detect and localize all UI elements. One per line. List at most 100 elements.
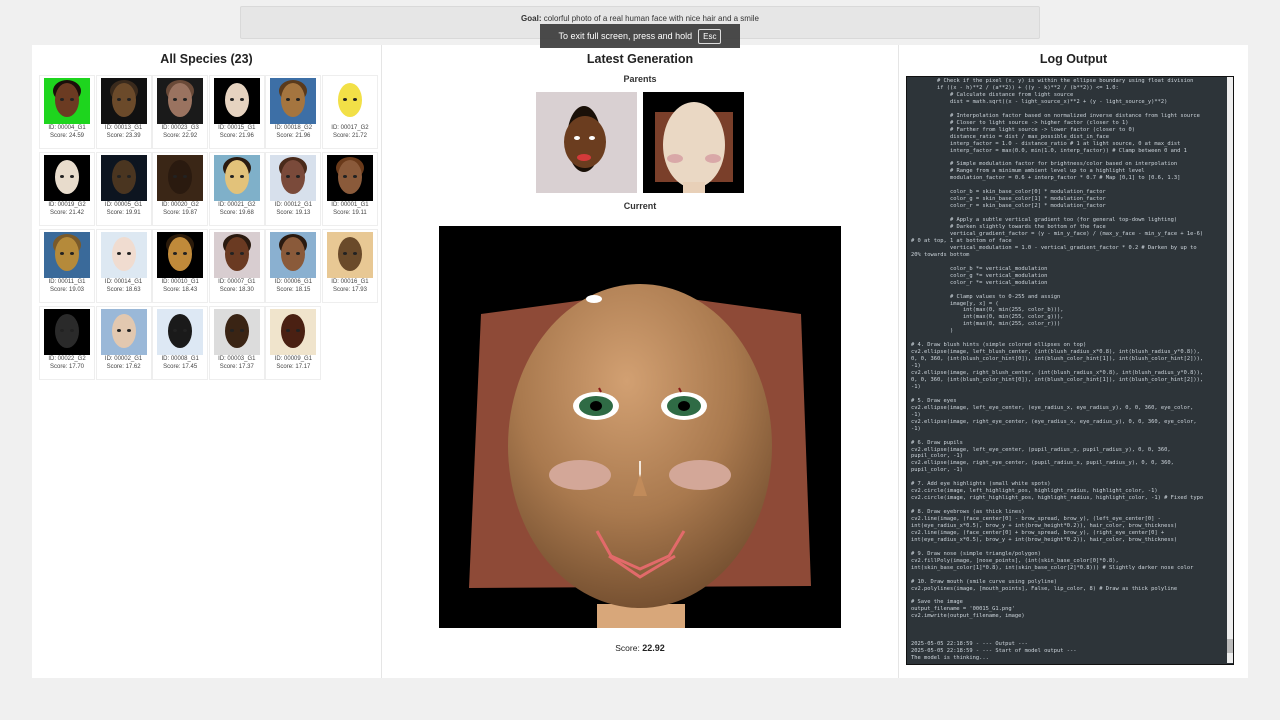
species-id: ID: 00009_G1	[274, 356, 313, 362]
species-id: ID: 00008_G1	[161, 356, 199, 362]
species-id: ID: 00005_G1	[104, 202, 143, 208]
species-card[interactable]: ID: 00015_G1 Score: 21.96	[208, 75, 265, 149]
species-thumbnail	[100, 155, 147, 201]
species-score: Score: 17.93	[332, 286, 367, 293]
species-score: Score: 19.68	[219, 209, 254, 216]
species-grid: ID: 00004_G1 Score: 24.59 ID: 00013_G1 Scor…	[39, 75, 378, 380]
parents-row	[382, 92, 898, 193]
main-panels: All Species (23) ID: 00004_G1 Score: 24.5…	[32, 45, 1248, 678]
species-card[interactable]: ID: 00022_G2 Score: 17.70	[39, 306, 95, 380]
species-thumbnail	[44, 78, 90, 124]
toast-text: To exit full screen, press and hold	[558, 31, 693, 41]
parents-label: Parents	[623, 74, 657, 84]
log-scrollbar[interactable]	[1227, 77, 1233, 663]
species-thumbnail	[44, 155, 90, 201]
generation-title: Latest Generation	[586, 52, 694, 66]
current-label: Current	[623, 201, 657, 211]
generation-panel: Latest Generation Parents Current Score:…	[382, 45, 899, 678]
species-card[interactable]: ID: 00004_G1 Score: 24.59	[39, 75, 95, 149]
species-score: Score: 17.62	[106, 363, 141, 370]
species-score: Score: 18.30	[219, 286, 254, 293]
species-id: ID: 00007_G1	[218, 279, 256, 285]
species-thumbnail	[100, 78, 147, 124]
species-score: Score: 17.37	[219, 363, 254, 370]
species-thumbnail	[270, 78, 317, 124]
log-title: Log Output	[1039, 52, 1108, 66]
species-id: ID: 00013_G1	[104, 125, 143, 131]
species-card[interactable]: ID: 00003_G1 Score: 17.37	[208, 306, 265, 380]
species-id: ID: 00012_G1	[274, 202, 313, 208]
species-card[interactable]: ID: 00011_G1 Score: 19.03	[39, 229, 95, 303]
species-score: Score: 19.13	[276, 209, 311, 216]
species-id: ID: 00020_G2	[161, 202, 199, 208]
species-score: Score: 21.72	[332, 132, 367, 139]
current-score: Score: 22.92	[382, 643, 898, 653]
species-id: ID: 00015_G1	[218, 125, 256, 131]
species-score: Score: 17.70	[49, 363, 85, 370]
species-title: All Species (23)	[160, 52, 253, 66]
species-card[interactable]: ID: 00014_G1 Score: 18.63	[95, 229, 152, 303]
species-card[interactable]: ID: 00023_G3 Score: 22.92	[152, 75, 209, 149]
parent-image-2	[643, 92, 744, 193]
species-id: ID: 00022_G2	[48, 356, 86, 362]
species-score: Score: 21.42	[49, 209, 85, 216]
species-thumbnail	[44, 309, 90, 355]
species-score: Score: 18.15	[276, 286, 311, 293]
species-thumbnail	[213, 232, 260, 278]
species-card[interactable]: ID: 00018_G2 Score: 21.96	[265, 75, 322, 149]
species-thumbnail	[213, 155, 260, 201]
species-card[interactable]: ID: 00016_G1 Score: 17.93	[321, 229, 378, 303]
species-card[interactable]: ID: 00012_G1 Score: 19.13	[265, 152, 322, 226]
species-id: ID: 00016_G1	[331, 279, 369, 285]
species-score: Score: 19.87	[163, 209, 198, 216]
species-card[interactable]: ID: 00001_G1 Score: 19.11	[321, 152, 378, 226]
species-thumbnail	[100, 232, 147, 278]
species-score: Score: 17.45	[163, 363, 198, 370]
species-id: ID: 00014_G1	[104, 279, 143, 285]
species-score: Score: 18.43	[163, 286, 198, 293]
species-card[interactable]: ID: 00013_G1 Score: 23.39	[95, 75, 152, 149]
score-value: 22.92	[642, 643, 665, 653]
species-id: ID: 00010_G1	[161, 279, 199, 285]
species-card[interactable]: ID: 00002_G1 Score: 17.62	[95, 306, 152, 380]
species-score: Score: 24.59	[49, 132, 85, 139]
species-card[interactable]: ID: 00008_G1 Score: 17.45	[152, 306, 209, 380]
log-scrollbar-thumb[interactable]	[1227, 639, 1233, 653]
species-thumbnail	[44, 232, 90, 278]
species-id: ID: 00018_G2	[274, 125, 313, 131]
species-thumbnail	[213, 309, 260, 355]
species-card[interactable]: ID: 00006_G1 Score: 18.15	[265, 229, 322, 303]
species-id: ID: 00004_G1	[48, 125, 86, 131]
goal-label: Goal:	[521, 14, 542, 23]
species-card[interactable]: ID: 00005_G1 Score: 19.91	[95, 152, 152, 226]
log-output[interactable]: # Check if the pixel (x, y) is within th…	[906, 76, 1234, 665]
current-image	[439, 226, 841, 628]
species-id: ID: 00017_G2	[331, 125, 369, 131]
species-card[interactable]: ID: 00007_G1 Score: 18.30	[208, 229, 265, 303]
species-card[interactable]: ID: 00017_G2 Score: 21.72	[321, 75, 378, 149]
goal-text: colorful photo of a real human face with…	[543, 14, 759, 23]
species-score: Score: 19.91	[106, 209, 141, 216]
species-card[interactable]: ID: 00010_G1 Score: 18.43	[152, 229, 209, 303]
esc-key-hint: Esc	[698, 28, 722, 44]
species-score: Score: 22.92	[163, 132, 198, 139]
species-id: ID: 00003_G1	[218, 356, 256, 362]
species-thumbnail	[157, 155, 204, 201]
species-score: Score: 18.63	[106, 286, 141, 293]
species-card[interactable]: ID: 00020_G2 Score: 19.87	[152, 152, 209, 226]
species-thumbnail	[100, 309, 147, 355]
species-score: Score: 23.39	[106, 132, 141, 139]
log-text: # Check if the pixel (x, y) is within th…	[911, 78, 1204, 662]
species-thumbnail	[326, 232, 373, 278]
species-panel: All Species (23) ID: 00004_G1 Score: 24.5…	[32, 45, 382, 678]
species-card[interactable]: ID: 00021_G2 Score: 19.68	[208, 152, 265, 226]
species-thumbnail	[270, 155, 317, 201]
species-id: ID: 00001_G1	[331, 202, 369, 208]
species-thumbnail	[213, 78, 260, 124]
species-card[interactable]: ID: 00009_G1 Score: 17.17	[265, 306, 322, 380]
current-face-drawing	[469, 284, 811, 628]
species-card[interactable]: ID: 00019_G2 Score: 21.42	[39, 152, 95, 226]
species-score: Score: 21.96	[219, 132, 254, 139]
log-panel: Log Output # Check if the pixel (x, y) i…	[899, 45, 1248, 678]
species-thumbnail	[270, 309, 317, 355]
